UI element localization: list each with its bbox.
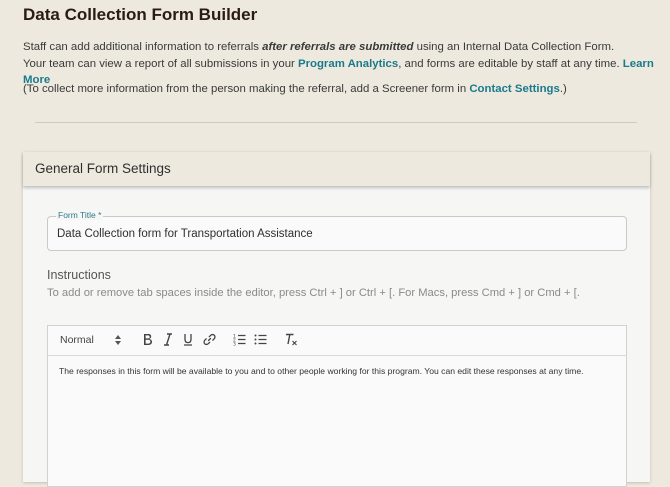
card-header: General Form Settings xyxy=(23,152,650,186)
program-analytics-link[interactable]: Program Analytics xyxy=(298,58,398,70)
underline-icon[interactable] xyxy=(183,333,193,346)
bold-icon[interactable] xyxy=(142,333,153,346)
form-title-label: Form Title * xyxy=(56,210,104,220)
screener-note: (To collect more information from the pe… xyxy=(23,83,567,95)
select-arrows-icon[interactable] xyxy=(115,335,121,345)
instructions-help-text: To add or remove tab spaces inside the e… xyxy=(47,287,580,299)
italic-icon[interactable] xyxy=(163,333,173,346)
clear-format-icon[interactable] xyxy=(285,333,298,346)
intro-text: Staff can add additional information to … xyxy=(23,39,663,89)
svg-text:3: 3 xyxy=(233,341,236,346)
instructions-heading: Instructions xyxy=(47,268,111,282)
form-title-field[interactable]: Form Title * Data Collection form for Tr… xyxy=(47,210,627,251)
intro-line-1: Staff can add additional information to … xyxy=(23,39,663,56)
intro-line1-part1: Staff can add additional information to … xyxy=(23,41,263,53)
rich-text-editor[interactable]: Normal 123 The responses in this form wi… xyxy=(47,325,627,487)
bullet-list-icon[interactable] xyxy=(254,333,267,346)
intro-line2-part1: Your team can view a report of all submi… xyxy=(23,57,298,70)
card-header-title: General Form Settings xyxy=(35,161,171,176)
page-title: Data Collection Form Builder xyxy=(23,5,258,24)
section-divider xyxy=(35,122,637,123)
contact-settings-link[interactable]: Contact Settings xyxy=(469,83,560,95)
editor-content[interactable]: The responses in this form will be avail… xyxy=(59,365,619,378)
intro-emphasis: after referrals are submitted xyxy=(262,41,414,53)
note-part1: (To collect more information from the pe… xyxy=(23,83,470,95)
ordered-list-icon[interactable]: 123 xyxy=(233,333,246,346)
intro-line1-part2: using an Internal Data Collection Form. xyxy=(413,41,615,53)
general-settings-card: General Form Settings Form Title * Data … xyxy=(23,152,650,487)
intro-line2-part2: , and forms are editable by staff at any… xyxy=(398,57,623,70)
note-part2: .) xyxy=(559,83,567,95)
editor-toolbar: Normal 123 xyxy=(48,326,626,356)
form-title-input[interactable]: Data Collection form for Transportation … xyxy=(57,228,313,240)
format-select[interactable]: Normal xyxy=(60,333,94,347)
link-icon[interactable] xyxy=(203,333,216,346)
